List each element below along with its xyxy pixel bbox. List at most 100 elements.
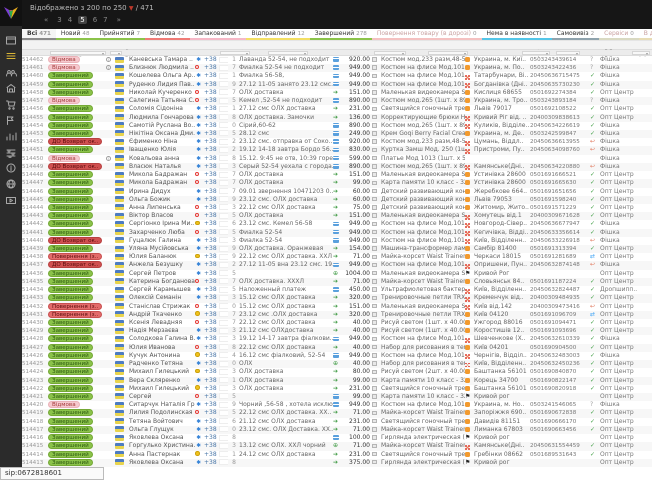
order-row[interactable]: 514413ЗавершенийЯковлева Оксана✱+38 8➔37… xyxy=(22,459,652,467)
order-row[interactable]: 514424ЗавершенийМихаил Гилецький+38 3ОЛХ… xyxy=(22,368,652,376)
sidebar-item-globe[interactable] xyxy=(3,178,19,190)
order-row[interactable]: 514459ЗавершенийРуденко Лидия Пав..✱+38 … xyxy=(22,81,652,89)
order-row[interactable]: 514448ЗавершенийМикола Бадражан+38 7ОЛХ … xyxy=(22,171,652,179)
tab-all[interactable]: Всі471 xyxy=(22,29,56,40)
order-row[interactable]: 514416ЗавершенийЯковлева Оксана✱+38 8100… xyxy=(22,434,652,442)
order-row[interactable]: 514456ЗавершенийСоломія Сідоніна✱+38 127… xyxy=(22,105,652,113)
order-row[interactable]: 514435ЗавершенийКатерина Богданова+38 7О… xyxy=(22,278,652,286)
order-row[interactable]: 514440ДО Возврат ок..Гуцалюк Галина✱+38 … xyxy=(22,237,652,245)
order-row[interactable]: 514446ЗавершенийИрина Дидух✱+38 709.01 з… xyxy=(22,188,652,196)
order-row[interactable]: 514452ДО Возврат ок..Єфименко Ніна✱+38 2… xyxy=(22,138,652,146)
order-row[interactable]: 514434ЗавершенийСергей Карамышев✱+38 5На… xyxy=(22,286,652,294)
column-filter-dropdown[interactable]: ▾ xyxy=(220,51,250,55)
column-filter-dropdown[interactable]: ▾ xyxy=(428,51,468,55)
order-id: 514458 xyxy=(22,89,48,97)
column-filter-dropdown[interactable]: ▾ xyxy=(50,51,106,55)
order-row[interactable]: 514461ВідмоваiБлизнюк Людмила ..+38 7Фиа… xyxy=(22,64,652,72)
tab-4[interactable]: Запакований1 xyxy=(190,29,247,40)
page-button[interactable]: 7 xyxy=(103,16,107,24)
order-row[interactable]: 514431Повернення (з..Андрій Ткаченко+38 … xyxy=(22,311,652,319)
tab-10[interactable]: Сервіси0 xyxy=(599,29,639,40)
order-row[interactable]: 514436ЗавершенийСергей Петров✱+38 5⊕1004… xyxy=(22,270,652,278)
order-row[interactable]: 514447ЗавершенийМикола Бадражан+38 7ОЛХ … xyxy=(22,179,652,187)
page-button[interactable]: 3 xyxy=(57,16,61,24)
sidebar-item-settings[interactable] xyxy=(3,146,19,158)
order-row[interactable]: 514432Повернення (з..Станіслав Стрижак+3… xyxy=(22,303,652,311)
app-logo[interactable] xyxy=(0,0,22,26)
tab-8[interactable]: Нема в наявності1 xyxy=(482,29,552,40)
order-row[interactable]: 514414ЗавершенийАнна Пастернак+38 124.12… xyxy=(22,451,652,459)
order-row[interactable]: 514458ЗавершенийНиколай Кучеренко+38 7ОЛ… xyxy=(22,89,652,97)
sidebar-item-video[interactable] xyxy=(3,194,19,206)
order-row[interactable]: 514430ЗавершенийКсенія Левадняя+38 722.1… xyxy=(22,319,652,327)
first-page-button[interactable]: « xyxy=(44,16,48,24)
tab-7[interactable]: Повернення товару (в дорозі)0 xyxy=(372,29,482,40)
order-row[interactable]: 514438Повернення (з..Юлия Баланюк+38 922… xyxy=(22,253,652,261)
order-row[interactable]: 514433ЗавершенийОлексій Семанін✱+38 315.… xyxy=(22,294,652,302)
sidebar-item-customers[interactable] xyxy=(3,66,19,78)
order-row[interactable]: 514422ЗавершенийМихаил Гилецький+38 3ОЛХ… xyxy=(22,385,652,393)
tab-3[interactable]: Відмова42 xyxy=(145,29,189,40)
order-row[interactable]: 514462ВідмоваiКаневська Тамара ..✱+38 1Л… xyxy=(22,56,652,64)
order-row[interactable]: 514415ЗавершенийГоргулько Христина..✱+38… xyxy=(22,442,652,450)
order-row[interactable]: 514445ЗавершенийОльга Божик✱+38 923.12 с… xyxy=(22,196,652,204)
sidebar-item-orders[interactable] xyxy=(3,50,19,62)
order-row[interactable]: 514437ДО Возврат ок..Анжела Безушку✱+38 … xyxy=(22,261,652,269)
page-button[interactable]: 6 xyxy=(93,16,97,24)
sidebar-item-info[interactable] xyxy=(3,162,19,174)
tab-9[interactable]: Самовивіз2 xyxy=(552,29,599,40)
order-row[interactable]: 514421ЗавершенийСергей+38 599.00Карта па… xyxy=(22,393,652,401)
sidebar-item-promo[interactable] xyxy=(3,114,19,126)
column-filter-dropdown[interactable]: ▾ xyxy=(632,51,650,55)
range-caret-icon[interactable]: ▼ xyxy=(129,5,134,12)
order-row[interactable]: 514455ЗавершенийЛюдмила Гончарова✱+38 8О… xyxy=(22,114,652,122)
order-row[interactable]: 514428ЗавершенийСолодкова Галина В..✱+38… xyxy=(22,335,652,343)
order-row[interactable]: 514457ВідмоваСалегина Татьяна С..+38 5Ке… xyxy=(22,97,652,105)
page-button[interactable]: 4 xyxy=(68,16,72,24)
sidebar-item-dashboard[interactable] xyxy=(3,34,19,46)
ttn-number: 0501691281689 xyxy=(530,253,590,261)
order-row[interactable]: 514443ЗавершенийВіктор Власов+38 5ОЛХ до… xyxy=(22,212,652,220)
tab-11[interactable]: В дорозі додому0 xyxy=(639,29,652,40)
order-row[interactable]: 514442ЗавершенийСергіонко Ірина Ми..+38 … xyxy=(22,220,652,228)
order-row[interactable]: 514439ЗавершенийУляна Мусійовська✱+38 9О… xyxy=(22,245,652,253)
order-row[interactable]: 514423ЗавершенийВера Скляренко✱+38 1ОЛХ … xyxy=(22,377,652,385)
sidebar-item-store[interactable] xyxy=(3,82,19,94)
kyivstar-operator-icon: ✱ xyxy=(195,360,202,368)
order-row[interactable]: 514426ЗавершенийКучук Антонина+38 416.12… xyxy=(22,352,652,360)
phone: +38 xyxy=(204,311,228,319)
order-comment: ОЛХ доставка xyxy=(239,179,333,187)
order-row[interactable]: 514420ВідмоваСитарчук Наталія Гр..✱+38 9… xyxy=(22,401,652,409)
page-button[interactable]: 5 xyxy=(78,16,86,24)
box-icon xyxy=(372,312,377,317)
order-row[interactable]: 514425ЗавершенийРадченко Тетяна✱+38 0ОЛХ… xyxy=(22,360,652,368)
order-row[interactable]: 514454ЗавершенийСамотій Руслана Во..✱+38… xyxy=(22,122,652,130)
order-row[interactable]: 514417ЗавершенийОльга Глущук✱+38 023.12 … xyxy=(22,426,652,434)
tab-6[interactable]: Завершений278 xyxy=(310,29,372,40)
last-page-button[interactable]: » xyxy=(117,16,121,24)
country-flag xyxy=(115,105,129,113)
sidebar-item-stats[interactable] xyxy=(3,130,19,142)
order-row[interactable]: 514451ЗавершенийІващенко Юлія✱+38 219.12… xyxy=(22,146,652,154)
order-row[interactable]: 514441ЗавершенийЗахарченко Люба+38 5Фиал… xyxy=(22,229,652,237)
column-filter-dropdown[interactable]: ▾ xyxy=(110,51,122,55)
tab-1[interactable]: Новий48 xyxy=(56,29,95,40)
column-filter-dropdown[interactable]: ▾ xyxy=(268,51,308,55)
order-row[interactable]: 514444ЗавершенийАнна Липенська+38 322.12… xyxy=(22,204,652,212)
order-row[interactable]: 514453ЗавершенийНікітіна Оксана Дми..✱+3… xyxy=(22,130,652,138)
order-row[interactable]: 514427ЗавершенийЮлия Иванова+38 822.12 с… xyxy=(22,344,652,352)
ttn-number: 0501690822147 xyxy=(530,377,590,385)
column-filter-dropdown[interactable]: ▾ xyxy=(556,51,580,55)
country-flag xyxy=(115,155,129,163)
column-filter-dropdown[interactable]: ▾ xyxy=(522,51,550,55)
order-row[interactable]: 514449ДО Возврат ок..Власюк Наталья✱+38 … xyxy=(22,163,652,171)
column-filter-dropdown[interactable]: ▾ xyxy=(374,51,406,55)
order-row[interactable]: 514419ЗавершенийЛилия Подолинская+38 522… xyxy=(22,409,652,417)
order-row[interactable]: 514429ЗавершенийНадія Мерзаєва✱+38 321.1… xyxy=(22,327,652,335)
order-row[interactable]: 514460ЗавершенийКошелева Ольга Ар..✱+38 … xyxy=(22,72,652,80)
order-row[interactable]: 514450ВідмоваiКовальова анна✱+38 815.12.… xyxy=(22,155,652,163)
sidebar-item-cart[interactable] xyxy=(3,98,19,110)
order-row[interactable]: 514418ЗавершенийТетяна Войтович✱+38 621.… xyxy=(22,418,652,426)
tab-2[interactable]: Прийнятий7 xyxy=(95,29,146,40)
tab-5[interactable]: Відправлений12 xyxy=(246,29,309,40)
